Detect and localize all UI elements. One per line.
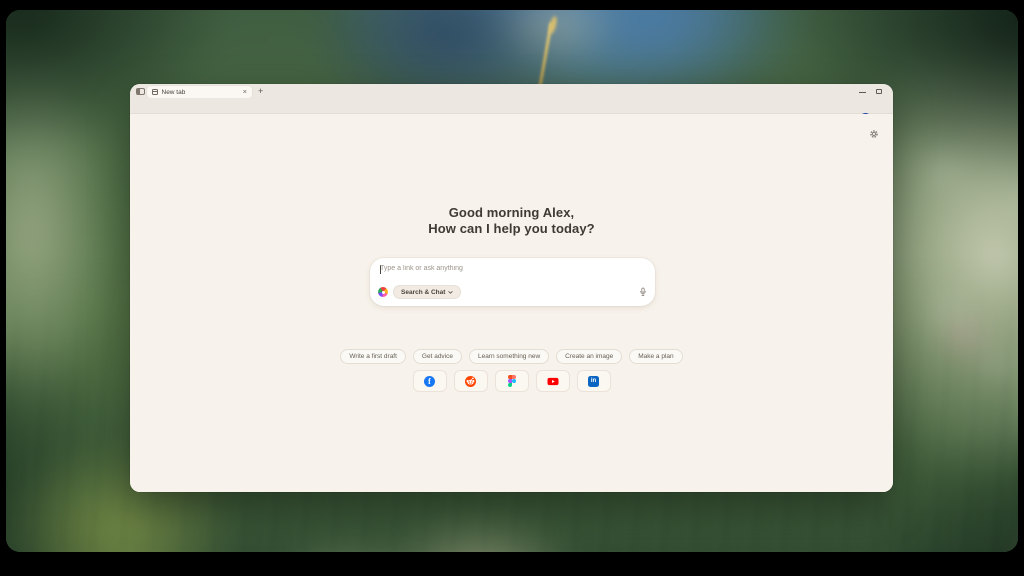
ask-box[interactable]: Search & Chat <box>370 258 655 306</box>
greeting-line1: Good morning Alex, <box>130 205 893 221</box>
chip-get-advice[interactable]: Get advice <box>413 349 462 364</box>
greeting: Good morning Alex, How can I help you to… <box>130 205 893 237</box>
toolbar: ⋯ <box>130 98 893 114</box>
chip-write-first-draft[interactable]: Write a first draft <box>340 349 406 364</box>
mode-selector[interactable]: Search & Chat <box>393 285 461 299</box>
reddit-icon <box>465 376 476 387</box>
shortcut-reddit[interactable] <box>454 370 488 392</box>
window-minimize-button[interactable] <box>859 92 866 93</box>
chevron-down-icon <box>448 290 453 295</box>
window-maximize-button[interactable] <box>876 89 882 95</box>
mode-label: Search & Chat <box>401 289 445 296</box>
sidebar-toggle-icon[interactable] <box>136 88 145 95</box>
new-tab-page: Good morning Alex, How can I help you to… <box>130 114 893 492</box>
new-tab-button[interactable]: + <box>258 86 263 96</box>
chip-create-an-image[interactable]: Create an image <box>556 349 622 364</box>
tab-title: New tab <box>162 89 243 96</box>
settings-gear-icon[interactable] <box>869 126 879 144</box>
shortcut-youtube[interactable] <box>536 370 570 392</box>
chip-make-a-plan[interactable]: Make a plan <box>629 349 682 364</box>
browser-window: New tab × + ⋯ <box>130 84 893 492</box>
browser-logo-icon <box>378 287 388 297</box>
greeting-line2: How can I help you today? <box>130 221 893 237</box>
tab-strip: New tab × + <box>130 84 893 98</box>
ask-box-controls: Search & Chat <box>378 284 647 300</box>
shortcut-linkedin[interactable]: in <box>577 370 611 392</box>
figma-icon <box>508 375 516 387</box>
shortcut-figma[interactable] <box>495 370 529 392</box>
shortcut-facebook[interactable]: f <box>413 370 447 392</box>
suggestion-chips: Write a first draft Get advice Learn som… <box>130 349 893 364</box>
facebook-icon: f <box>424 376 435 387</box>
shortcut-tiles: f <box>130 370 893 392</box>
tab-new-tab[interactable]: New tab × <box>147 86 252 98</box>
new-tab-favicon-icon <box>152 89 158 95</box>
youtube-icon <box>547 376 559 387</box>
linkedin-icon: in <box>588 376 599 387</box>
tab-close-icon[interactable]: × <box>243 88 247 96</box>
chip-learn-something-new[interactable]: Learn something new <box>469 349 549 364</box>
microphone-icon[interactable] <box>639 287 647 297</box>
ask-input[interactable] <box>380 265 635 272</box>
